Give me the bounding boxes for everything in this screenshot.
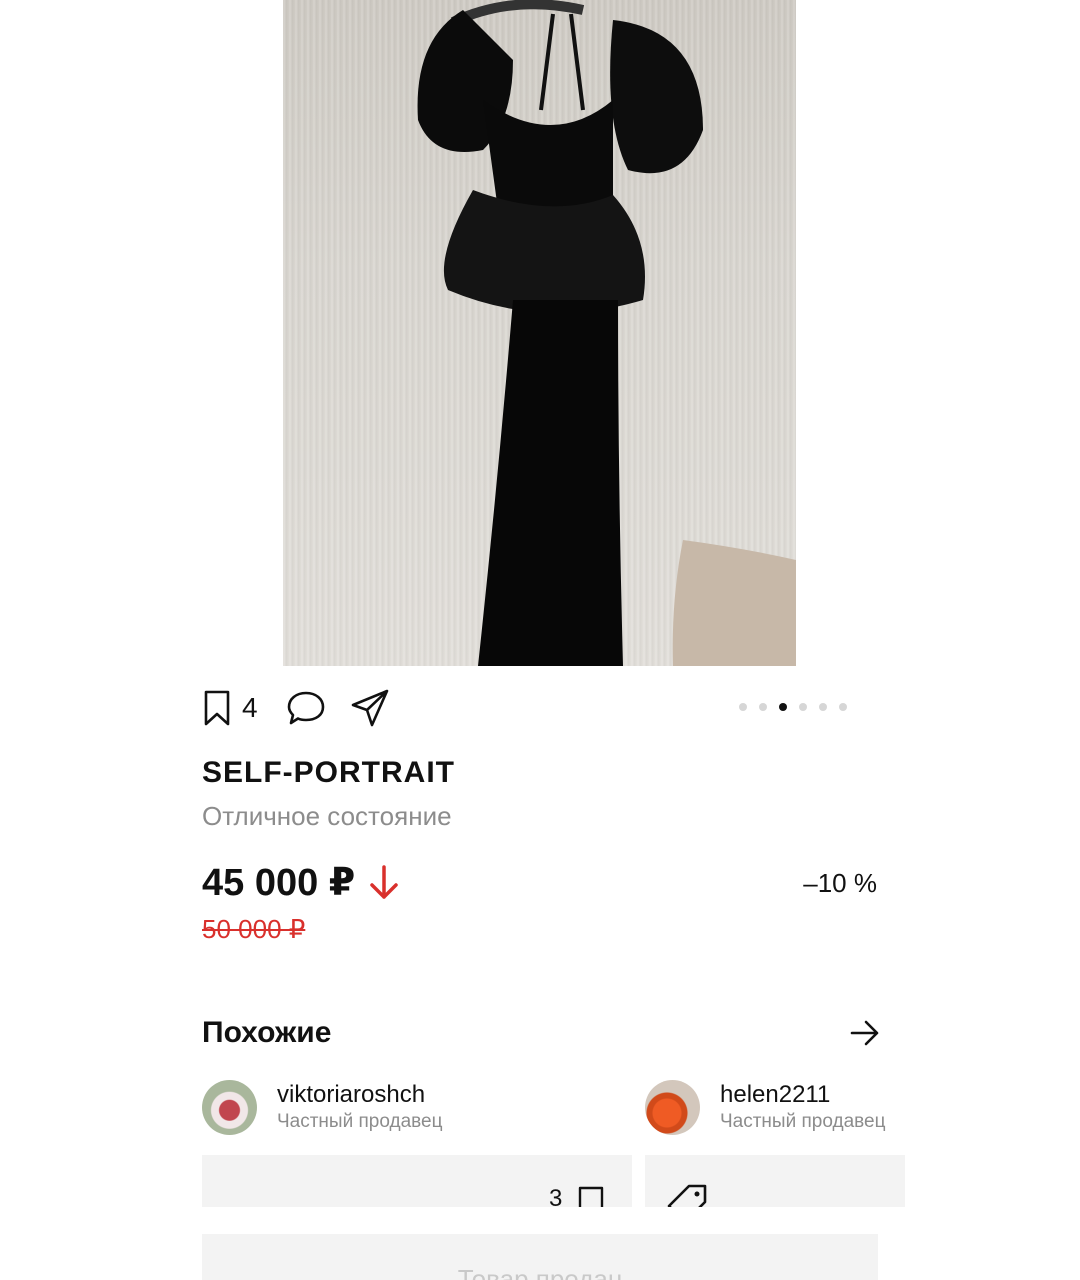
carousel-dot[interactable]: [739, 703, 747, 711]
price: 45 000 ₽: [202, 860, 401, 905]
avatar[interactable]: [645, 1080, 700, 1135]
carousel-dots: [739, 703, 847, 711]
carousel-dot[interactable]: [839, 703, 847, 711]
bookmark-count: 4: [242, 692, 258, 723]
seller-type: Частный продавец: [277, 1110, 443, 1132]
seller-name[interactable]: helen2211: [720, 1081, 905, 1109]
avatar[interactable]: [202, 1080, 257, 1135]
brand-name[interactable]: SELF-PORTRAIT: [202, 756, 455, 790]
old-price: 50 000 ₽: [202, 914, 306, 944]
similar-item-card[interactable]: [645, 1155, 905, 1207]
carousel-dot[interactable]: [779, 703, 787, 711]
condition-label: Отличное состояние: [202, 801, 452, 831]
seller-name[interactable]: viktoriaroshch: [277, 1081, 442, 1109]
seller-viktoriaroshch[interactable]: viktoriaroshch Частный продавец: [202, 1080, 442, 1135]
seller-type: Частный продавец: [720, 1110, 886, 1132]
sold-button[interactable]: Товар продан: [202, 1234, 878, 1280]
arrow-right-icon[interactable]: [850, 1020, 880, 1051]
bookmark-icon[interactable]: [202, 689, 232, 727]
current-price: 45 000 ₽: [202, 862, 356, 904]
similar-item-card[interactable]: 3: [202, 1155, 632, 1207]
carousel-dot[interactable]: [759, 703, 767, 711]
carousel-dot[interactable]: [799, 703, 807, 711]
action-row: 4: [202, 686, 390, 730]
seller-helen2211[interactable]: helen2211 Частный продавец: [645, 1080, 905, 1135]
similar-title: Похожие: [202, 1016, 332, 1049]
carousel-dot[interactable]: [819, 703, 827, 711]
dress-image: [417, 0, 796, 666]
bookmark-icon[interactable]: [577, 1185, 605, 1207]
tag-icon: [665, 1183, 709, 1207]
card-bookmark-count: 3: [549, 1185, 563, 1207]
arrow-down-icon: [367, 864, 401, 902]
product-photo[interactable]: [283, 0, 796, 666]
share-icon[interactable]: [350, 688, 390, 728]
comment-icon[interactable]: [286, 689, 326, 727]
product-page: 4 SELF-PORTRAIT Отличное состояние 45 00…: [0, 0, 1080, 1280]
discount-label: –10 %: [803, 868, 877, 898]
